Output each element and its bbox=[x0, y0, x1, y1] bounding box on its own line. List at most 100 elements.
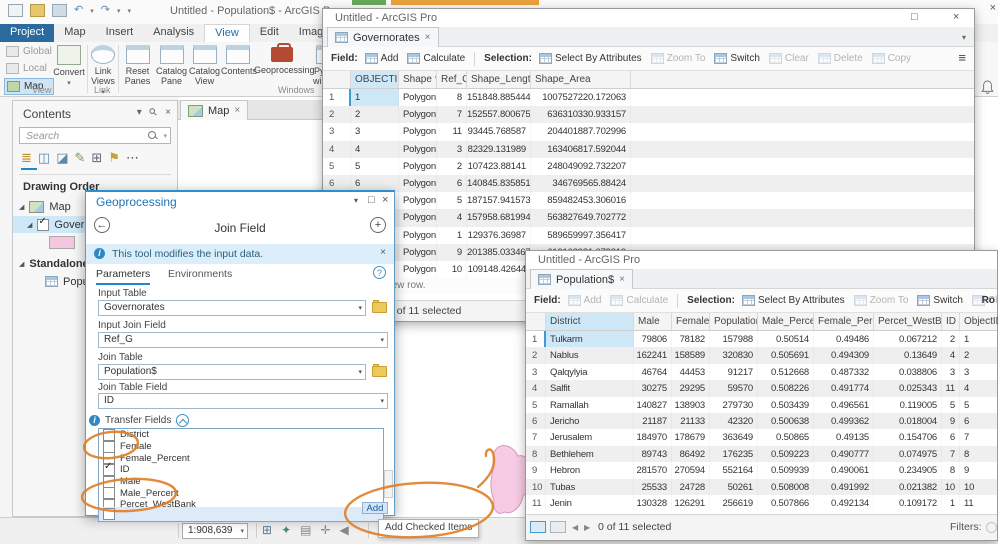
map-scale-combo[interactable]: 1:908,639 ▾ bbox=[182, 523, 248, 539]
browse-folder-icon[interactable] bbox=[372, 364, 387, 377]
table-row[interactable]: 5 5 Polygon 2 107423.88141 248049092.732207 bbox=[323, 158, 974, 175]
list-by-snapping-icon[interactable]: ⚑ bbox=[108, 150, 120, 166]
join-table-combo[interactable]: Population$ ▾ bbox=[98, 364, 366, 380]
table-row[interactable]: 4 Salfit 30275 29295 59570 0.508226 0.491774 0.… bbox=[526, 380, 997, 397]
close-icon[interactable]: × bbox=[953, 11, 959, 23]
row-number-cell[interactable]: 2 bbox=[323, 106, 351, 123]
ribbon-tab-view[interactable]: View bbox=[204, 24, 250, 42]
cell[interactable]: 0.499362 bbox=[814, 413, 874, 429]
column-header-district[interactable]: District bbox=[546, 313, 634, 330]
cell[interactable]: 0.234905 bbox=[874, 462, 942, 478]
cell[interactable]: 184970 bbox=[634, 429, 672, 445]
cell[interactable]: 6 bbox=[960, 413, 997, 429]
toolbar-button-select-by-attributes[interactable]: Select By Attributes bbox=[741, 295, 845, 306]
cell[interactable]: 0.491992 bbox=[814, 479, 874, 495]
ribbon-button-catalog[interactable]: Catalog Pane bbox=[155, 44, 188, 94]
cell[interactable]: 126291 bbox=[672, 495, 710, 511]
add-values-row[interactable] bbox=[99, 507, 383, 521]
cell[interactable]: 346769565.88424 bbox=[531, 175, 631, 192]
cell[interactable]: 30275 bbox=[634, 380, 672, 396]
cell[interactable]: 248049092.732207 bbox=[531, 158, 631, 175]
cell[interactable]: 59570 bbox=[710, 380, 758, 396]
new-project-icon[interactable] bbox=[8, 4, 23, 17]
customize-qat-icon[interactable]: ▾ bbox=[127, 7, 131, 15]
table-row[interactable]: 1 1 Polygon 8 151848.885444 1007527220.172063 bbox=[323, 89, 974, 107]
cell[interactable]: 0.490061 bbox=[814, 462, 874, 478]
cell[interactable]: 1 bbox=[437, 227, 467, 244]
input-join-field-combo[interactable]: Ref_G ▾ bbox=[98, 332, 388, 348]
row-number-cell[interactable]: 4 bbox=[526, 380, 546, 396]
cell[interactable]: 10 bbox=[960, 479, 997, 495]
cell[interactable]: 1 bbox=[351, 89, 399, 107]
cell[interactable]: 107423.88141 bbox=[467, 158, 531, 175]
cell[interactable]: 8 bbox=[960, 446, 997, 462]
checkbox-unchecked[interactable] bbox=[103, 440, 115, 453]
cell[interactable]: 3 bbox=[351, 123, 399, 140]
add-checked-items-button[interactable]: Add bbox=[362, 502, 388, 514]
list-icon[interactable]: ▤ bbox=[300, 523, 311, 537]
cell[interactable]: 157988 bbox=[710, 331, 758, 347]
cell[interactable]: 91217 bbox=[710, 364, 758, 380]
notification-bell-icon[interactable] bbox=[981, 80, 994, 95]
cell[interactable]: Polygon bbox=[399, 106, 437, 123]
cell[interactable]: 93445.768587 bbox=[467, 123, 531, 140]
cell[interactable]: 4 bbox=[942, 347, 960, 363]
cell[interactable]: 636310330.933157 bbox=[531, 106, 631, 123]
cell[interactable]: Polygon bbox=[399, 192, 437, 209]
cell[interactable]: 187157.941573 bbox=[467, 192, 531, 209]
checkbox-checked[interactable]: ✓ bbox=[103, 461, 115, 476]
column-header-female[interactable]: Female bbox=[672, 313, 710, 330]
cell[interactable]: 3 bbox=[437, 141, 467, 158]
cell[interactable]: 140827 bbox=[634, 397, 672, 413]
panel-menu-icon[interactable]: ▾ bbox=[354, 196, 358, 205]
cell[interactable]: 0.507866 bbox=[758, 495, 814, 511]
column-header-population[interactable]: Population bbox=[710, 313, 758, 330]
table-view-icon[interactable] bbox=[530, 521, 546, 533]
cell[interactable]: 0.508008 bbox=[758, 479, 814, 495]
search-dropdown-icon[interactable]: ▾ bbox=[163, 132, 167, 140]
row-number-cell[interactable]: 10 bbox=[526, 479, 546, 495]
cell[interactable]: Nablus bbox=[546, 347, 634, 363]
contents-close-icon[interactable]: × bbox=[165, 107, 171, 118]
first-record-icon[interactable]: ◀ bbox=[572, 523, 578, 532]
tab-population[interactable]: Population$ × bbox=[530, 269, 633, 289]
ribbon-button-local[interactable]: Local bbox=[4, 61, 52, 76]
cell[interactable]: 44453 bbox=[672, 364, 710, 380]
row-number-cell[interactable]: 1 bbox=[526, 331, 546, 348]
transfer-field-item[interactable]: Male_Percent bbox=[99, 487, 383, 500]
cell[interactable]: 152557.800675 bbox=[467, 106, 531, 123]
cell[interactable]: 2 bbox=[351, 106, 399, 123]
add-to-project-icon[interactable]: + bbox=[370, 217, 386, 233]
collapse-icon[interactable] bbox=[176, 414, 190, 427]
cell[interactable]: Polygon bbox=[399, 123, 437, 140]
table-row[interactable]: 88Polygon4157958.681994563827649.702772 bbox=[323, 209, 974, 227]
table-row[interactable]: 1 Tulkarm 79806 78182 157988 0.50514 0.49486 0.… bbox=[526, 331, 997, 348]
cell[interactable]: Qalqylyia bbox=[546, 364, 634, 380]
pin-icon[interactable]: ⚲ bbox=[147, 106, 160, 119]
cell[interactable]: Tulkarm bbox=[546, 331, 634, 348]
cell[interactable]: 5 bbox=[351, 158, 399, 175]
toolbar-button-calculate[interactable]: Calculate bbox=[407, 53, 465, 64]
cell[interactable]: Polygon bbox=[399, 227, 437, 244]
table-menu-icon[interactable]: ≡ bbox=[958, 50, 966, 65]
cell[interactable]: 281570 bbox=[634, 462, 672, 478]
mute-icon[interactable]: ◀ bbox=[340, 523, 349, 537]
cell[interactable]: 8 bbox=[437, 89, 467, 106]
row-number-cell[interactable]: 11 bbox=[526, 495, 546, 511]
close-tab-icon[interactable]: × bbox=[425, 32, 431, 43]
cell[interactable]: 82329.131989 bbox=[467, 141, 531, 158]
cell[interactable]: 1 bbox=[942, 495, 960, 511]
cell[interactable]: 7 bbox=[942, 446, 960, 462]
row-number-cell[interactable]: 5 bbox=[526, 397, 546, 413]
cell[interactable]: 589659997.356417 bbox=[531, 227, 631, 244]
cell[interactable]: 6 bbox=[942, 429, 960, 445]
toolbar-button-add[interactable]: Add bbox=[364, 53, 398, 64]
cell[interactable]: 89743 bbox=[634, 446, 672, 462]
cell[interactable]: 0.50514 bbox=[758, 331, 814, 347]
column-header-male-percent[interactable]: Male_Percent bbox=[758, 313, 814, 330]
row-number-cell[interactable]: 4 bbox=[323, 141, 351, 158]
cell[interactable]: Jenin bbox=[546, 495, 634, 511]
column-header-objectid-[interactable]: OBJECTID * bbox=[351, 71, 399, 88]
cell[interactable]: 363649 bbox=[710, 429, 758, 445]
cell[interactable]: 4 bbox=[437, 209, 467, 226]
